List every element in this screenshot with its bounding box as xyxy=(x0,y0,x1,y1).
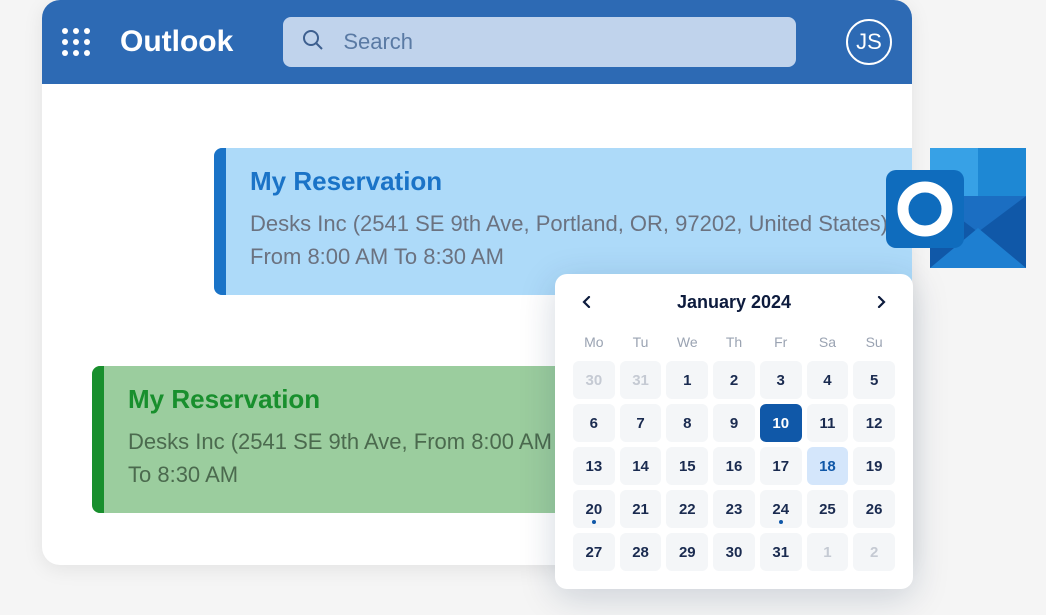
calendar-dow: Sa xyxy=(807,328,849,356)
calendar-day[interactable]: 7 xyxy=(620,404,662,442)
calendar-day[interactable]: 11 xyxy=(807,404,849,442)
reservation-card[interactable]: My Reservation Desks Inc (2541 SE 9th Av… xyxy=(92,366,592,513)
card-description: Desks Inc (2541 SE 9th Ave, From 8:00 AM… xyxy=(128,425,568,491)
calendar-day[interactable]: 17 xyxy=(760,447,802,485)
calendar-grid: MoTuWeThFrSaSu30311234567891011121314151… xyxy=(573,328,895,571)
card-accent xyxy=(214,148,226,295)
calendar-day[interactable]: 1 xyxy=(666,361,708,399)
search-input[interactable] xyxy=(343,29,778,55)
calendar-day[interactable]: 12 xyxy=(853,404,895,442)
calendar-day[interactable]: 2 xyxy=(713,361,755,399)
calendar-day[interactable]: 30 xyxy=(713,533,755,571)
outlook-logo-icon xyxy=(868,140,1038,290)
calendar-day[interactable]: 26 xyxy=(853,490,895,528)
calendar-day[interactable]: 19 xyxy=(853,447,895,485)
calendar-dow: Th xyxy=(713,328,755,356)
calendar-day[interactable]: 1 xyxy=(807,533,849,571)
card-body: My Reservation Desks Inc (2541 SE 9th Av… xyxy=(226,148,912,295)
card-body: My Reservation Desks Inc (2541 SE 9th Av… xyxy=(104,366,592,513)
calendar-day[interactable]: 29 xyxy=(666,533,708,571)
search-box[interactable] xyxy=(283,17,796,67)
calendar-day[interactable]: 27 xyxy=(573,533,615,571)
calendar-popup: January 2024 MoTuWeThFrSaSu3031123456789… xyxy=(555,274,913,589)
card-title: My Reservation xyxy=(250,166,896,197)
calendar-dow: Fr xyxy=(760,328,802,356)
calendar-day[interactable]: 30 xyxy=(573,361,615,399)
calendar-day[interactable]: 23 xyxy=(713,490,755,528)
calendar-day[interactable]: 13 xyxy=(573,447,615,485)
calendar-day[interactable]: 22 xyxy=(666,490,708,528)
calendar-prev-button[interactable] xyxy=(573,288,601,316)
calendar-day[interactable]: 3 xyxy=(760,361,802,399)
card-description: Desks Inc (2541 SE 9th Ave, Portland, OR… xyxy=(250,207,896,273)
calendar-month-label: January 2024 xyxy=(677,292,791,313)
calendar-dow: Tu xyxy=(620,328,662,356)
calendar-day[interactable]: 18 xyxy=(807,447,849,485)
calendar-day[interactable]: 24 xyxy=(760,490,802,528)
header-bar: Outlook JS xyxy=(42,0,912,84)
calendar-day[interactable]: 21 xyxy=(620,490,662,528)
calendar-dow: We xyxy=(666,328,708,356)
card-accent xyxy=(92,366,104,513)
calendar-day[interactable]: 9 xyxy=(713,404,755,442)
app-launcher-icon[interactable] xyxy=(62,28,90,56)
card-title: My Reservation xyxy=(128,384,568,415)
calendar-day[interactable]: 31 xyxy=(620,361,662,399)
avatar[interactable]: JS xyxy=(846,19,892,65)
calendar-day[interactable]: 2 xyxy=(853,533,895,571)
calendar-dow: Mo xyxy=(573,328,615,356)
reservation-card[interactable]: My Reservation Desks Inc (2541 SE 9th Av… xyxy=(214,148,912,295)
calendar-next-button[interactable] xyxy=(867,288,895,316)
calendar-day[interactable]: 4 xyxy=(807,361,849,399)
calendar-day[interactable]: 8 xyxy=(666,404,708,442)
calendar-day[interactable]: 5 xyxy=(853,361,895,399)
calendar-day[interactable]: 20 xyxy=(573,490,615,528)
calendar-dow: Su xyxy=(853,328,895,356)
calendar-day[interactable]: 6 xyxy=(573,404,615,442)
calendar-day[interactable]: 10 xyxy=(760,404,802,442)
calendar-day[interactable]: 25 xyxy=(807,490,849,528)
calendar-day[interactable]: 15 xyxy=(666,447,708,485)
calendar-day[interactable]: 28 xyxy=(620,533,662,571)
app-title: Outlook xyxy=(120,25,233,59)
calendar-header: January 2024 xyxy=(573,288,895,316)
calendar-day[interactable]: 31 xyxy=(760,533,802,571)
calendar-day[interactable]: 16 xyxy=(713,447,755,485)
search-icon xyxy=(301,28,325,57)
calendar-day[interactable]: 14 xyxy=(620,447,662,485)
